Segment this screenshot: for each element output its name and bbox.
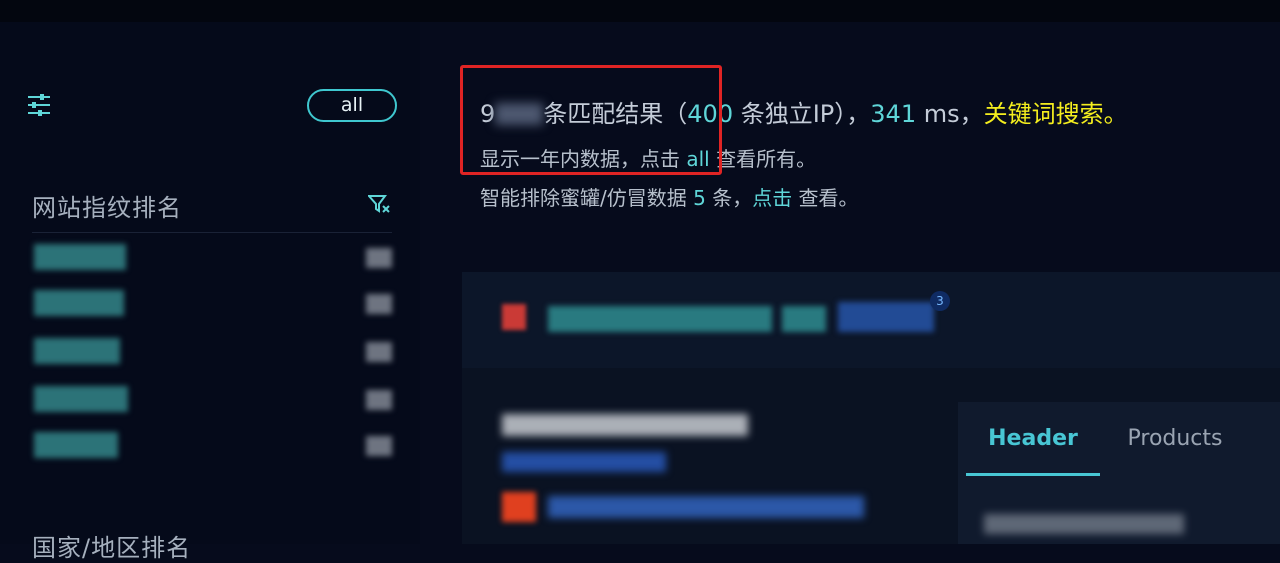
rank-row[interactable] [34,290,394,320]
result-meta-links-redacted[interactable] [548,496,864,518]
query-time-unit: ms， [916,100,984,128]
rank-row-label-redacted [34,244,126,270]
site-favicon [502,304,526,330]
unique-ip-label: 条独立IP）， [733,100,871,128]
result-ip-link-redacted[interactable] [502,452,666,472]
rank-row-label-redacted [34,386,128,412]
country-region-ranking-title: 国家/地区排名 [32,534,192,562]
detail-tabs-panel: Header Products [958,402,1280,544]
tag-count-badge: 3 [930,291,950,311]
honeypot-notice: 智能排除蜜罐/仿冒数据 5 条，点击 查看。 [480,182,859,211]
rank-row[interactable] [34,432,394,462]
result-host-redacted[interactable] [548,306,772,332]
honeypot-notice-suffix: 查看。 [792,186,859,210]
annotation-highlight-box [460,65,722,175]
one-year-notice-suffix: 查看所有。 [709,147,817,171]
sliders-icon[interactable] [26,92,54,118]
result-icon [502,492,536,522]
rank-row-label-redacted [34,432,118,458]
rank-row-label-redacted [34,338,120,364]
fingerprint-ranking-title: 网站指纹排名 [32,194,182,222]
tab-content-redacted [984,514,1184,534]
tab-products[interactable]: Products [1100,402,1250,476]
rank-row[interactable] [34,338,394,368]
rank-row-count-redacted [366,390,392,410]
all-button[interactable]: all [307,89,397,122]
tab-header[interactable]: Header [966,402,1100,476]
filter-funnel-icon[interactable] [368,194,390,214]
rank-row-count-redacted [366,248,392,268]
result-port-redacted [782,306,826,332]
result-card-header[interactable]: 3 [462,272,1280,368]
rank-row-count-redacted [366,294,392,314]
honeypot-count: 5 [693,186,706,210]
rank-row-label-redacted [34,290,124,316]
rank-row[interactable] [34,386,394,416]
query-time-value: 341 [870,100,917,128]
rank-row-count-redacted [366,436,392,456]
honeypot-notice-mid: 条， [705,186,753,210]
result-tag-redacted[interactable] [838,302,934,332]
view-honeypot-link[interactable]: 点击 [752,186,792,210]
sidebar-divider [32,232,392,233]
top-bar [0,0,1280,22]
honeypot-notice-prefix: 智能排除蜜罐/仿冒数据 [480,186,694,210]
rank-row-count-redacted [366,342,392,362]
result-title-redacted [502,414,748,436]
rank-row[interactable] [34,244,394,274]
keyword-search-link[interactable]: 关键词搜索。 [984,100,1128,128]
